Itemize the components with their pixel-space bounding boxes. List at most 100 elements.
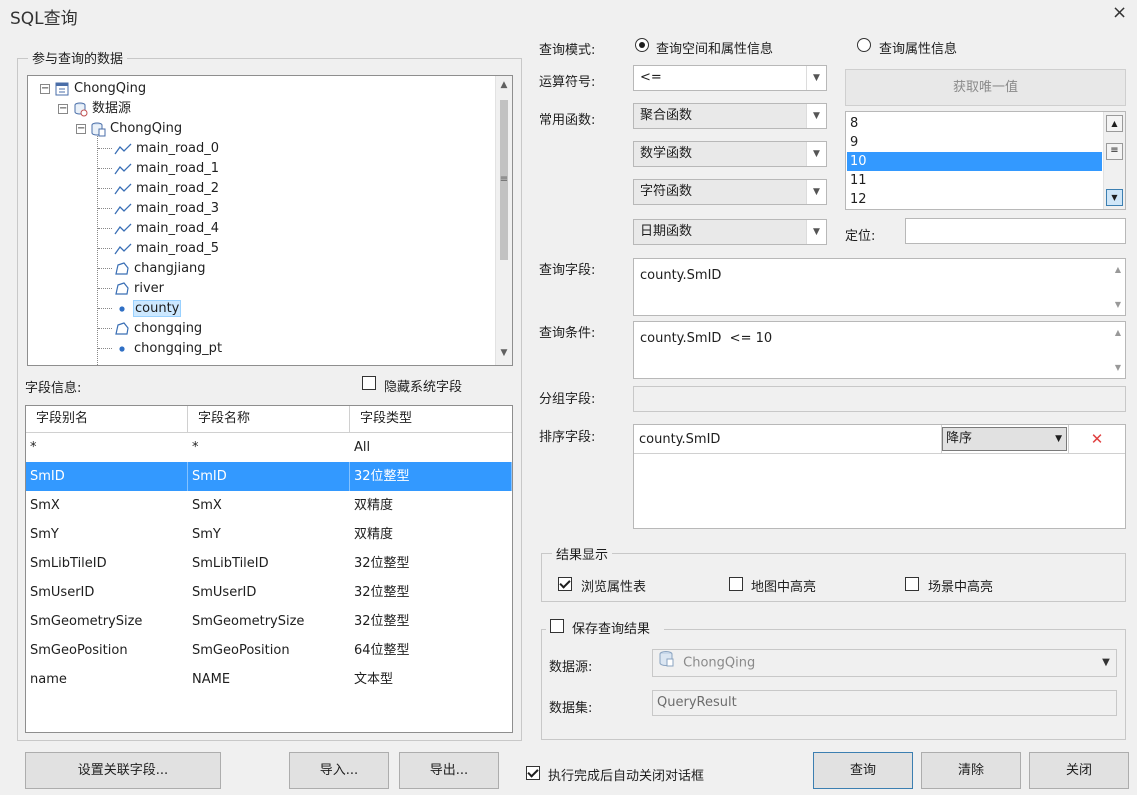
query-field-value: county.SmID [640, 268, 722, 283]
query-button[interactable]: 查询 [813, 752, 913, 789]
scroll-down-arrow-icon[interactable]: ▼ [1115, 363, 1121, 372]
table-row[interactable]: SmX SmX 双精度 [26, 491, 512, 520]
query-mode-attr-radio[interactable] [857, 38, 871, 52]
chevron-down-icon[interactable]: ▼ [1096, 650, 1116, 676]
auto-close-checkbox[interactable] [526, 766, 540, 780]
clear-button[interactable]: 清除 [921, 752, 1021, 789]
tree-node[interactable]: main_road_1 [98, 159, 220, 179]
cell-name: SmY [192, 527, 221, 542]
scroll-down-arrow-icon[interactable]: ▼ [496, 348, 512, 358]
tree-connector [98, 188, 112, 189]
tree-node[interactable]: − ChongQing [76, 119, 183, 139]
dataset-tree[interactable]: − ChongQing − 数据源 − ChongQing main_road_0 main_… [27, 75, 513, 366]
tree-node[interactable]: main_road_2 [98, 179, 220, 199]
tree-node[interactable]: main_road_4 [98, 219, 220, 239]
group-field-input[interactable] [633, 386, 1126, 412]
string-functions-combo[interactable]: 字符函数 ▼ [633, 179, 827, 205]
tree-connector [98, 348, 112, 349]
table-row[interactable]: SmGeometrySize SmGeometrySize 32位整型 [26, 607, 512, 636]
date-functions-combo[interactable]: 日期函数 ▼ [633, 219, 827, 245]
query-condition-input[interactable]: county.SmID <= 10 ▲ ▼ [633, 321, 1126, 379]
save-result-checkbox[interactable] [550, 619, 564, 633]
unique-values-scrollbar[interactable]: ▲ ≡ ▼ [1103, 112, 1125, 209]
set-join-fields-button[interactable]: 设置关联字段... [25, 752, 221, 789]
export-button[interactable]: 导出... [399, 752, 499, 789]
chevron-down-icon[interactable]: ▼ [806, 142, 826, 166]
aggregate-functions-combo[interactable]: 聚合函数 ▼ [633, 103, 827, 129]
query-field-input[interactable]: county.SmID ▲ ▼ [633, 258, 1126, 316]
datasource-combo[interactable]: ChongQing ▼ [652, 649, 1117, 677]
list-item[interactable]: 11 [847, 171, 1102, 190]
cell-name: SmX [192, 498, 222, 513]
tree-node[interactable]: − 数据源 [58, 99, 132, 119]
chevron-down-icon[interactable]: ▼ [806, 66, 826, 90]
collapse-icon[interactable]: − [40, 83, 50, 94]
tree-node[interactable]: main_road_3 [98, 199, 220, 219]
table-row[interactable]: * * All [26, 433, 512, 462]
scroll-up-arrow-icon[interactable]: ▲ [1106, 115, 1123, 132]
tree-node[interactable]: county [98, 299, 182, 319]
table-row[interactable]: SmID SmID 32位整型 [26, 462, 512, 491]
query-mode-spatial-radio[interactable] [635, 38, 649, 52]
highlight-scene-label: 场景中高亮 [928, 580, 994, 595]
table-row[interactable]: name NAME 文本型 [26, 665, 512, 694]
unique-values-list[interactable]: 8 9 10 11 12 ▲ ≡ ▼ [845, 111, 1126, 210]
scroll-thumb[interactable]: ≡ [1106, 143, 1123, 160]
tree-node[interactable]: main_road_5 [98, 239, 220, 259]
tree-scrollbar[interactable]: ▲ ≡ ▼ [495, 76, 512, 365]
scroll-up-arrow-icon[interactable]: ▲ [1115, 328, 1121, 337]
dataset-name-input[interactable]: QueryResult [652, 690, 1117, 716]
highlight-scene-checkbox[interactable] [905, 577, 919, 591]
collapse-icon[interactable]: − [58, 103, 68, 114]
cell-type: 双精度 [354, 527, 394, 542]
browse-table-checkbox[interactable] [558, 577, 572, 591]
table-row[interactable]: SmY SmY 双精度 [26, 520, 512, 549]
date-functions-value: 日期函数 [640, 224, 693, 239]
line-dataset-icon [114, 141, 132, 156]
table-row[interactable]: SmUserID SmUserID 32位整型 [26, 578, 512, 607]
scroll-down-arrow-icon[interactable]: ▼ [1115, 300, 1121, 309]
tree-node-label: county [133, 300, 182, 317]
math-functions-combo[interactable]: 数学函数 ▼ [633, 141, 827, 167]
column-header-alias[interactable]: 字段别名 [26, 406, 188, 432]
sort-field-row[interactable]: county.SmID 降序 ▼ ✕ [634, 425, 1125, 454]
tree-node[interactable]: river [98, 279, 165, 299]
chevron-down-icon[interactable]: ▼ [806, 220, 826, 244]
scroll-up-arrow-icon[interactable]: ▲ [1115, 265, 1121, 274]
tree-node[interactable]: chongqing [98, 319, 203, 339]
tree-node[interactable]: − ChongQing [40, 79, 147, 99]
list-item[interactable]: 9 [847, 133, 1102, 152]
scroll-up-arrow-icon[interactable]: ▲ [496, 80, 512, 90]
operator-label: 运算符号: [539, 75, 596, 90]
tree-connector [98, 308, 112, 309]
tree-node[interactable]: changjiang [98, 259, 207, 279]
close-icon[interactable]: × [1112, 2, 1127, 23]
chevron-down-icon[interactable]: ▼ [806, 104, 826, 128]
operator-combo[interactable]: <= ▼ [633, 65, 827, 91]
collapse-icon[interactable]: − [76, 123, 86, 134]
point-dataset-icon [114, 301, 130, 316]
tree-node-label: main_road_0 [136, 141, 219, 156]
delete-sort-icon[interactable]: ✕ [1069, 425, 1125, 454]
tree-node[interactable]: chongqing_pt [98, 339, 223, 359]
list-item[interactable]: 10 [847, 152, 1102, 171]
tree-node[interactable]: main_road_0 [98, 139, 220, 159]
table-row[interactable]: SmGeoPosition SmGeoPosition 64位整型 [26, 636, 512, 665]
table-row[interactable]: SmLibTileID SmLibTileID 32位整型 [26, 549, 512, 578]
list-item[interactable]: 12 [847, 190, 1102, 209]
column-header-name[interactable]: 字段名称 [188, 406, 350, 432]
import-button[interactable]: 导入... [289, 752, 389, 789]
column-header-type[interactable]: 字段类型 [350, 406, 512, 432]
get-unique-values-button[interactable]: 获取唯一值 [845, 69, 1126, 106]
highlight-map-checkbox[interactable] [729, 577, 743, 591]
chevron-down-icon[interactable]: ▼ [806, 180, 826, 204]
datasource-icon [657, 650, 675, 677]
locate-label: 定位: [845, 229, 876, 244]
hide-system-fields-checkbox[interactable] [362, 376, 376, 390]
list-item[interactable]: 8 [847, 114, 1102, 133]
locate-input[interactable] [905, 218, 1126, 244]
close-button[interactable]: 关闭 [1029, 752, 1129, 789]
scroll-down-arrow-icon[interactable]: ▼ [1106, 189, 1123, 206]
tree-node-label: ChongQing [110, 121, 183, 136]
sort-order-combo[interactable]: 降序 ▼ [942, 427, 1067, 451]
